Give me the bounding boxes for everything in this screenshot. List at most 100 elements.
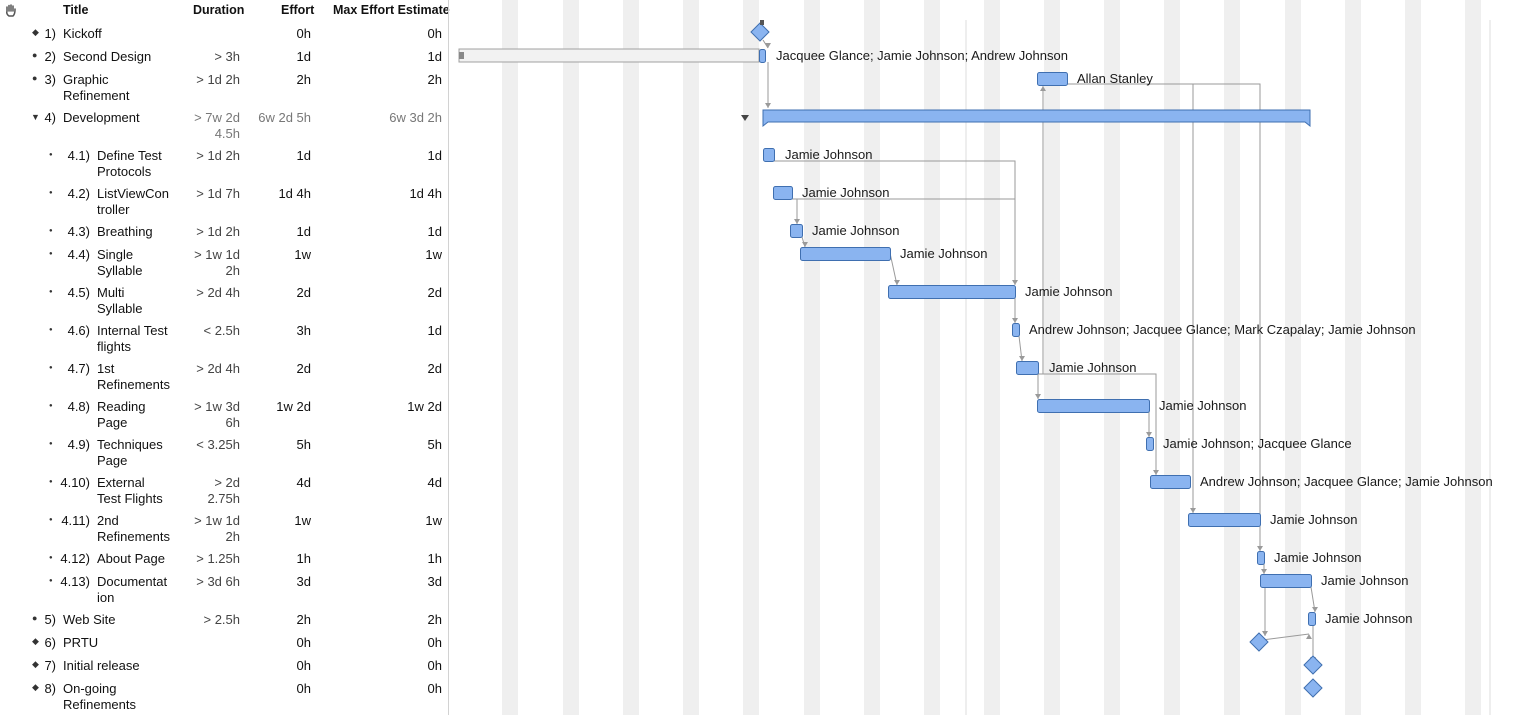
task-title[interactable]: Multi: [97, 285, 124, 301]
task-title[interactable]: ListViewCon: [97, 186, 169, 202]
task-title[interactable]: Syllable: [97, 301, 143, 317]
task-bar[interactable]: [1146, 437, 1154, 451]
task-number: 7): [44, 658, 56, 673]
milestone-diamond[interactable]: [1303, 655, 1323, 675]
task-row[interactable]: ● 4.11) 2nd Refinements > 1w 1d 2h 1w 1w: [0, 513, 448, 549]
task-row[interactable]: ● 3) Graphic Refinement > 1d 2h 2h 2h: [0, 72, 448, 108]
task-title[interactable]: Breathing: [97, 224, 153, 240]
task-title[interactable]: Internal Test: [97, 323, 168, 339]
task-title[interactable]: Refinements: [97, 529, 170, 545]
task-title[interactable]: Protocols: [97, 164, 151, 180]
task-title[interactable]: PRTU: [63, 635, 98, 651]
task-number: 6): [44, 635, 56, 650]
task-bar[interactable]: [1016, 361, 1039, 375]
task-title[interactable]: On-going: [63, 681, 116, 697]
task-effort: 1w 2d: [276, 399, 311, 414]
task-duration: > 1w 1d: [194, 247, 240, 262]
task-duration: 2h: [225, 263, 240, 278]
resource-label: Jamie Johnson: [1159, 398, 1246, 413]
task-duration: > 2d 4h: [196, 285, 240, 300]
title-column-header[interactable]: Title: [63, 3, 88, 17]
task-duration: > 1w 3d: [194, 399, 240, 414]
bullet-dot-icon: ●: [49, 403, 53, 409]
task-row[interactable]: ● 4.13) Documentat ion > 3d 6h 3d 3d: [0, 574, 448, 610]
task-effort: 2h: [296, 72, 311, 87]
task-title[interactable]: Development: [63, 110, 140, 126]
task-title[interactable]: Documentat: [97, 574, 167, 590]
task-effort: 2h: [296, 612, 311, 627]
task-title[interactable]: 1st: [97, 361, 114, 377]
task-title[interactable]: Test Flights: [97, 491, 163, 507]
task-title[interactable]: Page: [97, 415, 127, 431]
task-bar[interactable]: [1012, 323, 1020, 337]
task-row[interactable]: ● 4.10) External Test Flights > 2d 2.75h 4d 4d: [0, 475, 448, 511]
task-bar[interactable]: [1037, 399, 1150, 413]
task-bar[interactable]: [1257, 551, 1265, 565]
weekend-stripe: [1465, 0, 1481, 715]
task-bar[interactable]: [759, 49, 766, 63]
task-bar[interactable]: [1308, 612, 1316, 626]
task-title[interactable]: Reading: [97, 399, 145, 415]
task-title[interactable]: ion: [97, 590, 114, 606]
task-bar[interactable]: [1188, 513, 1261, 527]
task-effort: 0h: [296, 635, 311, 650]
task-number: 4.13): [60, 574, 90, 589]
weekend-stripe: [563, 0, 579, 715]
task-title[interactable]: Techniques: [97, 437, 163, 453]
task-row[interactable]: ● 4.9) Techniques Page < 3.25h 5h 5h: [0, 437, 448, 473]
task-title[interactable]: flights: [97, 339, 131, 355]
task-title[interactable]: Single: [97, 247, 133, 263]
task-row[interactable]: ● 4.8) Reading Page > 1w 3d 6h 1w 2d 1w 2d: [0, 399, 448, 435]
task-row[interactable]: ● 4.7) 1st Refinements > 2d 4h 2d 2d: [0, 361, 448, 397]
duration-column-header[interactable]: Duration: [193, 3, 244, 17]
dependency-arrow: [1262, 631, 1268, 636]
task-title[interactable]: About Page: [97, 551, 165, 567]
task-row[interactable]: ● 4.5) Multi Syllable > 2d 4h 2d 2d: [0, 285, 448, 321]
task-title[interactable]: Define Test: [97, 148, 162, 164]
max-effort-column-header[interactable]: Max Effort Estimate: [333, 3, 450, 17]
milestone-diamond[interactable]: [1303, 678, 1323, 698]
task-title[interactable]: Web Site: [63, 612, 116, 628]
task-title[interactable]: Refinements: [97, 377, 170, 393]
task-row[interactable]: ▼ 4) Development > 7w 2d 4.5h 6w 2d 5h 6w 3d 2…: [0, 110, 448, 146]
task-title[interactable]: 2nd: [97, 513, 119, 529]
effort-column-header[interactable]: Effort: [281, 3, 314, 17]
task-bar[interactable]: [1037, 72, 1068, 86]
task-effort: 1w: [294, 513, 311, 528]
bullet-dot-icon: ●: [49, 578, 53, 584]
hand-icon[interactable]: [4, 3, 18, 20]
task-title[interactable]: Graphic: [63, 72, 109, 88]
task-bar[interactable]: [763, 148, 775, 162]
task-bar[interactable]: [1150, 475, 1191, 489]
task-row[interactable]: ● 4.2) ListViewCon troller > 1d 7h 1d 4h 1d 4h: [0, 186, 448, 222]
task-title[interactable]: troller: [97, 202, 130, 218]
task-bar[interactable]: [1260, 574, 1312, 588]
task-title[interactable]: Kickoff: [63, 26, 102, 42]
task-row[interactable]: ● 4.6) Internal Test flights < 2.5h 3h 1d: [0, 323, 448, 359]
task-bar[interactable]: [800, 247, 891, 261]
bullet-dot-icon: ●: [49, 327, 53, 333]
dependency-arrow: [894, 280, 900, 285]
task-title[interactable]: Refinement: [63, 88, 129, 104]
task-bar[interactable]: [790, 224, 803, 238]
task-title[interactable]: Page: [97, 453, 127, 469]
task-row[interactable]: ◆ 8) On-going Refinements 0h 0h: [0, 681, 448, 717]
task-bar[interactable]: [773, 186, 793, 200]
task-title[interactable]: Initial release: [63, 658, 140, 674]
task-title[interactable]: Refinements: [63, 697, 136, 713]
task-row[interactable]: ● 4.1) Define Test Protocols > 1d 2h 1d 1d: [0, 148, 448, 184]
task-bar[interactable]: [888, 285, 1016, 299]
weekend-stripe: [1104, 0, 1120, 715]
task-title[interactable]: Syllable: [97, 263, 143, 279]
task-duration: > 1d 2h: [196, 224, 240, 239]
task-title[interactable]: Second Design: [63, 49, 151, 65]
task-duration: > 7w 2d: [194, 110, 240, 125]
task-row[interactable]: ● 4.4) Single Syllable > 1w 1d 2h 1w 1w: [0, 247, 448, 283]
resource-label: Jamie Johnson; Jacquee Glance: [1163, 436, 1352, 451]
task-duration: > 3d 6h: [196, 574, 240, 589]
task-number: 5): [44, 612, 56, 627]
baseline-handle[interactable]: [459, 52, 464, 59]
task-effort: 3d: [296, 574, 311, 589]
weekend-stripe: [1044, 0, 1060, 715]
task-title[interactable]: External: [97, 475, 145, 491]
